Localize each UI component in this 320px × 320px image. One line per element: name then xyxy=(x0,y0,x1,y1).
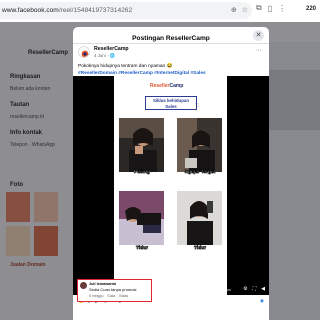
post-modal: Postingan ResellerCamp ✕ ResellerCamp 4 … xyxy=(73,27,269,320)
fullscreen-icon[interactable]: ⛶ xyxy=(253,286,257,292)
post-text: Pokoknya hidupnya tentram dan nyaman 😂 #… xyxy=(78,63,264,77)
video-title-line: Sales xyxy=(165,104,177,109)
browser-toolbar: www.facebook.com/reel/1548419737314262 ⊕… xyxy=(0,0,320,22)
video-caption: Ngejar Target xyxy=(184,170,216,175)
volume-icon[interactable]: ◀ xyxy=(261,286,265,292)
comment-author[interactable]: Juli Ismawanto xyxy=(89,282,116,286)
video-caption: Tidur xyxy=(194,246,206,251)
video-caption: Pusing xyxy=(134,170,150,175)
comment-reply-button[interactable]: Balas xyxy=(119,294,128,298)
url-text[interactable]: www.facebook.com/reel/1548419737314262 xyxy=(2,7,132,14)
close-button[interactable]: ✕ xyxy=(253,30,264,41)
comment-item: Juli Ismawanto Sedia Cuan tanpa promosi … xyxy=(77,279,152,302)
video-photo xyxy=(119,191,164,245)
page-name[interactable]: ResellerCamp xyxy=(94,46,129,52)
video-caption: Tidur xyxy=(136,246,148,251)
comment-like-button[interactable]: Suka xyxy=(107,294,115,298)
sidepanel-icon[interactable]: ▯ xyxy=(268,4,272,13)
video-player[interactable]: ResellerCamp Siklus kehidupan Sales ☜ Pu… xyxy=(73,76,269,295)
badge-count: 220 xyxy=(306,6,317,12)
settings-icon[interactable]: ⚙ xyxy=(243,286,247,292)
close-icon: ✕ xyxy=(255,32,262,39)
avatar[interactable] xyxy=(80,282,87,289)
video-logo: ResellerCamp xyxy=(150,83,184,89)
video-photo xyxy=(177,191,222,245)
post-header: ResellerCamp 4 Juni · 🌐 ··· xyxy=(78,46,264,62)
avatar[interactable] xyxy=(78,46,90,58)
video-title-box: Siklus kehidupan Sales xyxy=(145,96,197,110)
video-frame: ResellerCamp Siklus kehidupan Sales ☜ Pu… xyxy=(114,76,227,295)
more-options-icon[interactable]: ··· xyxy=(255,47,262,54)
video-photo xyxy=(119,118,164,172)
comment-text: Sedia Cuan tanpa promosi xyxy=(89,287,137,292)
comment-time[interactable]: 5 minggu xyxy=(89,294,103,298)
pointing-hand-icon: ☜ xyxy=(194,103,200,109)
modal-title: Postingan ResellerCamp xyxy=(132,35,210,42)
menu-icon[interactable]: ⋮ xyxy=(278,4,286,13)
post-caption: Pokoknya hidupnya tentram dan nyaman 😂 xyxy=(78,64,173,69)
zoom-icon[interactable]: ⊕ xyxy=(231,5,237,16)
modal-header: Postingan ResellerCamp ✕ xyxy=(73,27,269,44)
audience-icon[interactable]: ◉ xyxy=(260,298,264,304)
address-bar[interactable]: www.facebook.com/reel/1548419737314262 ⊕… xyxy=(0,2,252,19)
star-icon[interactable]: ☆ xyxy=(242,5,248,16)
post-meta[interactable]: 4 Juni · 🌐 xyxy=(94,53,115,59)
extensions-icon[interactable]: ⧉ xyxy=(256,3,262,13)
video-photo xyxy=(177,118,222,172)
